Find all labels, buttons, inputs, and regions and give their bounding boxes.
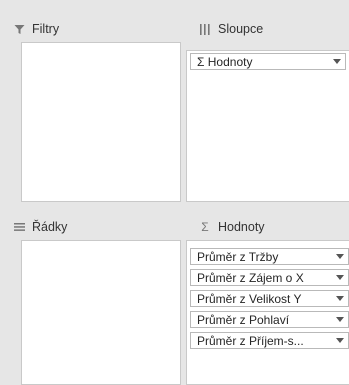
values-header: Σ Hodnoty <box>186 216 349 238</box>
value-field-label: Průměr z Příjem-s... <box>197 333 304 348</box>
value-field-label: Průměr z Pohlaví <box>197 312 290 327</box>
dropdown-arrow-icon[interactable] <box>333 59 341 64</box>
value-field[interactable]: Průměr z Příjem-s... <box>190 332 349 349</box>
filters-header: Filtry <box>0 18 181 40</box>
value-field[interactable]: Průměr z Velikost Y <box>190 290 349 307</box>
sigma-icon: Σ <box>201 220 209 234</box>
dropdown-arrow-icon[interactable] <box>336 317 344 322</box>
values-drop-zone[interactable]: Průměr z Tržby Průměr z Zájem o X Průměr… <box>186 240 349 385</box>
value-field[interactable]: Průměr z Tržby <box>190 248 349 265</box>
values-title: Hodnoty <box>218 220 265 234</box>
columns-header: Sloupce <box>186 18 349 40</box>
rows-header: Řádky <box>0 216 181 238</box>
rows-title: Řádky <box>32 220 68 234</box>
value-field-label: Průměr z Zájem o X <box>197 270 304 285</box>
columns-area: Sloupce Σ Hodnoty <box>186 18 349 203</box>
rows-drop-zone[interactable] <box>21 240 181 385</box>
filters-drop-zone[interactable] <box>21 42 181 202</box>
value-field[interactable]: Průměr z Pohlaví <box>190 311 349 328</box>
rows-icon <box>12 222 26 232</box>
value-field-label: Průměr z Tržby <box>197 249 279 264</box>
filters-title: Filtry <box>32 22 60 36</box>
dropdown-arrow-icon[interactable] <box>336 254 344 259</box>
column-field-label: Σ Hodnoty <box>197 54 253 69</box>
value-field[interactable]: Průměr z Zájem o X <box>190 269 349 286</box>
filter-icon <box>12 24 26 35</box>
value-field-label: Průměr z Velikost Y <box>197 291 302 306</box>
columns-drop-zone[interactable]: Σ Hodnoty <box>186 50 349 202</box>
dropdown-arrow-icon[interactable] <box>336 296 344 301</box>
dropdown-arrow-icon[interactable] <box>336 275 344 280</box>
column-field-values[interactable]: Σ Hodnoty <box>190 53 346 70</box>
rows-area: Řádky <box>0 216 181 385</box>
filters-area: Filtry <box>0 18 181 203</box>
values-area: Σ Hodnoty Průměr z Tržby Průměr z Zájem … <box>186 216 349 385</box>
dropdown-arrow-icon[interactable] <box>336 338 344 343</box>
columns-icon <box>198 23 212 35</box>
columns-title: Sloupce <box>218 22 264 36</box>
